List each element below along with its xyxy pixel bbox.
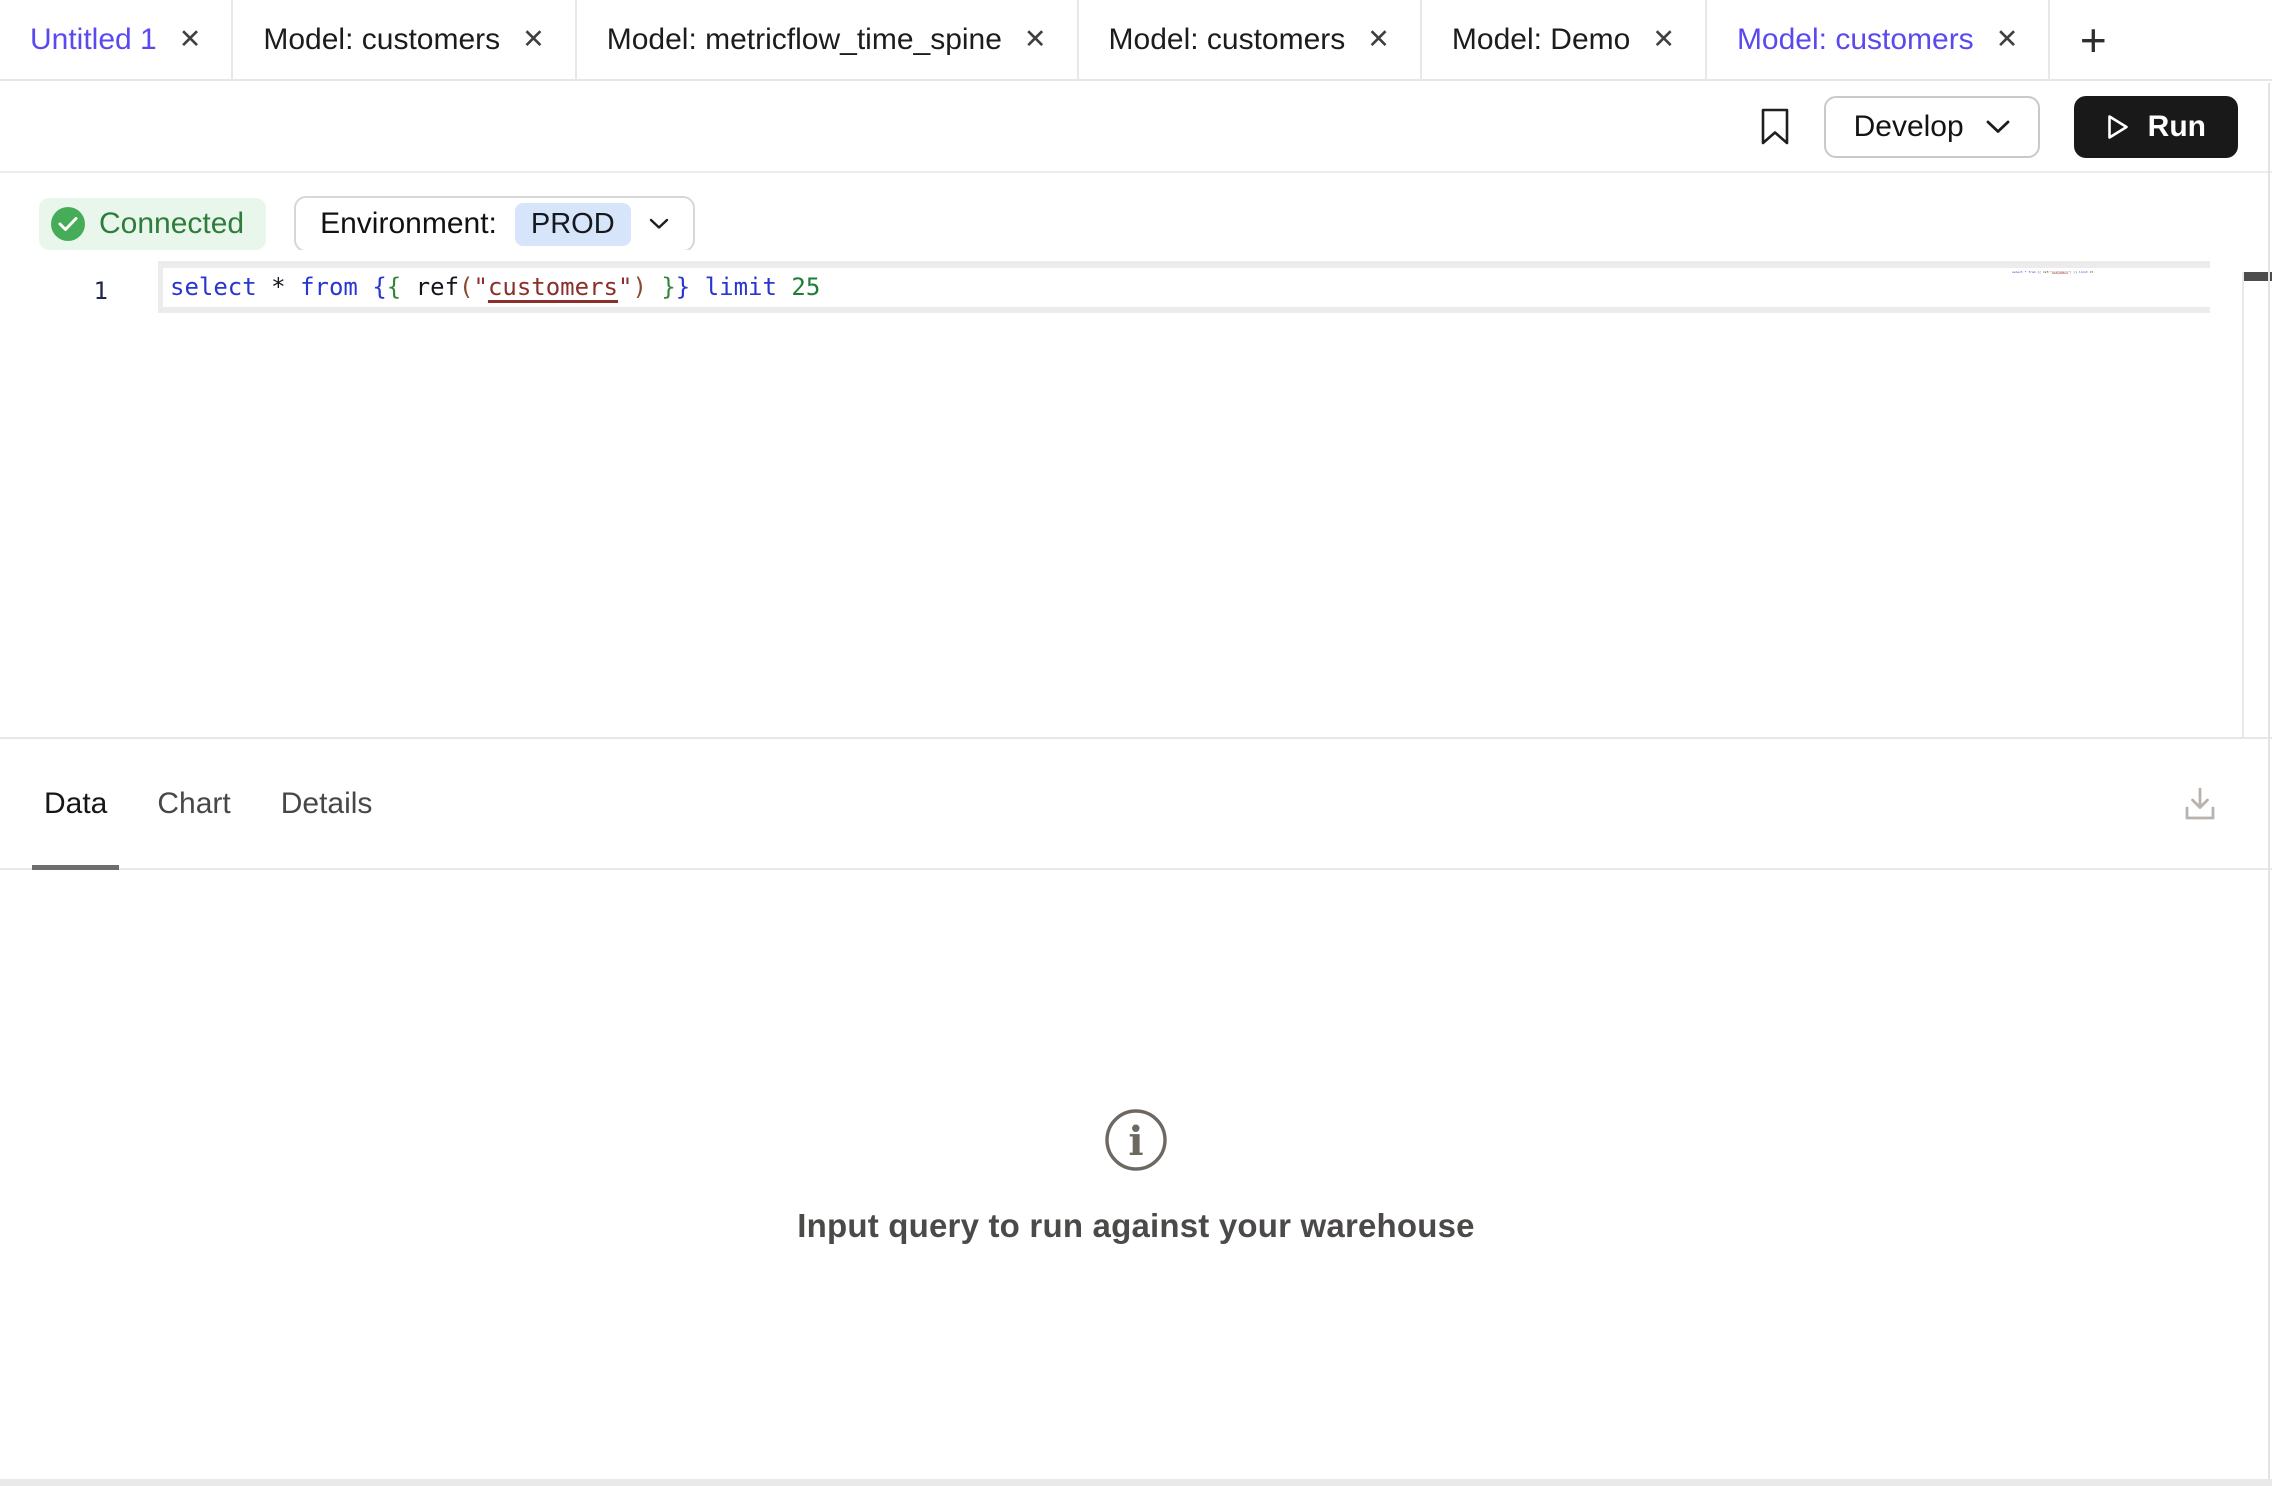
close-icon[interactable]: ✕ — [1367, 26, 1390, 53]
add-tab-button[interactable]: + — [2050, 0, 2136, 79]
line-number-gutter: 1 — [0, 268, 108, 314]
info-circle-icon: i — [1103, 1107, 1169, 1173]
tab-details-label: Details — [281, 787, 373, 821]
develop-button[interactable]: Develop — [1824, 96, 2040, 158]
sql-code-editor[interactable]: 1 select * from {{ ref("customers") }} l… — [0, 250, 2272, 737]
run-button-label: Run — [2148, 110, 2206, 144]
tab-label: Model: metricflow_time_spine — [607, 23, 1002, 57]
download-icon — [2183, 786, 2217, 822]
download-results-button[interactable] — [2183, 786, 2217, 822]
active-line-background: select * from {{ ref("customers") }} lim… — [163, 268, 2210, 307]
environment-label: Environment: — [320, 207, 497, 241]
close-icon[interactable]: ✕ — [522, 26, 545, 53]
bookmark-button[interactable] — [1760, 108, 1790, 146]
environment-value-badge: PROD — [515, 203, 631, 246]
empty-results-state: i Input query to run against your wareho… — [0, 1107, 2272, 1245]
tab-model-customers-3[interactable]: Model: customers ✕ — [1707, 0, 2050, 79]
chevron-down-icon — [1986, 120, 2010, 134]
tab-label: Model: customers — [263, 23, 500, 57]
chevron-down-icon — [649, 218, 669, 230]
tab-model-customers-2[interactable]: Model: customers ✕ — [1079, 0, 1422, 79]
check-circle-icon — [51, 207, 85, 241]
results-panel-header: Data Chart Details — [0, 737, 2272, 870]
code-line-content[interactable]: select * from {{ ref("customers") }} lim… — [170, 268, 820, 307]
editor-tab-bar: Untitled 1 ✕ Model: customers ✕ Model: m… — [0, 0, 2272, 81]
tab-details[interactable]: Details — [269, 739, 385, 868]
bookmark-icon — [1760, 108, 1790, 146]
develop-button-label: Develop — [1854, 110, 1964, 144]
tab-model-metricflow-time-spine[interactable]: Model: metricflow_time_spine ✕ — [577, 0, 1079, 79]
bottom-panel-edge — [0, 1479, 2272, 1486]
tab-label: Model: Demo — [1452, 23, 1630, 57]
minimap-code-line: select * from {{ ref("customers") }} lim… — [2012, 270, 2237, 274]
tab-chart[interactable]: Chart — [145, 739, 242, 868]
tab-label: Model: customers — [1737, 23, 1974, 57]
run-button[interactable]: Run — [2074, 96, 2238, 158]
close-icon[interactable]: ✕ — [1996, 26, 2019, 53]
tab-label: Model: customers — [1109, 23, 1346, 57]
svg-text:i: i — [1128, 1118, 1143, 1165]
connection-status-badge: Connected — [39, 198, 266, 250]
results-panel-body: i Input query to run against your wareho… — [0, 872, 2272, 1479]
play-icon — [2106, 114, 2130, 140]
tab-untitled-1[interactable]: Untitled 1 ✕ — [0, 0, 233, 79]
tab-data-label: Data — [44, 787, 107, 821]
tab-chart-label: Chart — [157, 787, 230, 821]
editor-minimap[interactable]: select * from {{ ref("customers") }} lim… — [2012, 270, 2240, 310]
connection-status-label: Connected — [99, 207, 244, 241]
close-icon[interactable]: ✕ — [1024, 26, 1047, 53]
tab-model-customers-1[interactable]: Model: customers ✕ — [233, 0, 576, 79]
page-scrollbar-track[interactable] — [2268, 83, 2270, 1479]
tab-data[interactable]: Data — [32, 739, 119, 868]
status-row: Connected Environment: PROD — [39, 196, 695, 252]
tab-label: Untitled 1 — [30, 23, 157, 57]
toolbar: Develop Run — [0, 83, 2272, 173]
close-icon[interactable]: ✕ — [1652, 26, 1675, 53]
empty-state-message: Input query to run against your warehous… — [797, 1207, 1474, 1245]
ide-window: Untitled 1 ✕ Model: customers ✕ Model: m… — [0, 0, 2272, 1486]
active-code-line[interactable]: select * from {{ ref("customers") }} lim… — [158, 261, 2210, 313]
environment-selector[interactable]: Environment: PROD — [294, 196, 695, 252]
line-number: 1 — [94, 277, 108, 305]
tab-model-demo[interactable]: Model: Demo ✕ — [1422, 0, 1707, 79]
close-icon[interactable]: ✕ — [179, 26, 202, 53]
